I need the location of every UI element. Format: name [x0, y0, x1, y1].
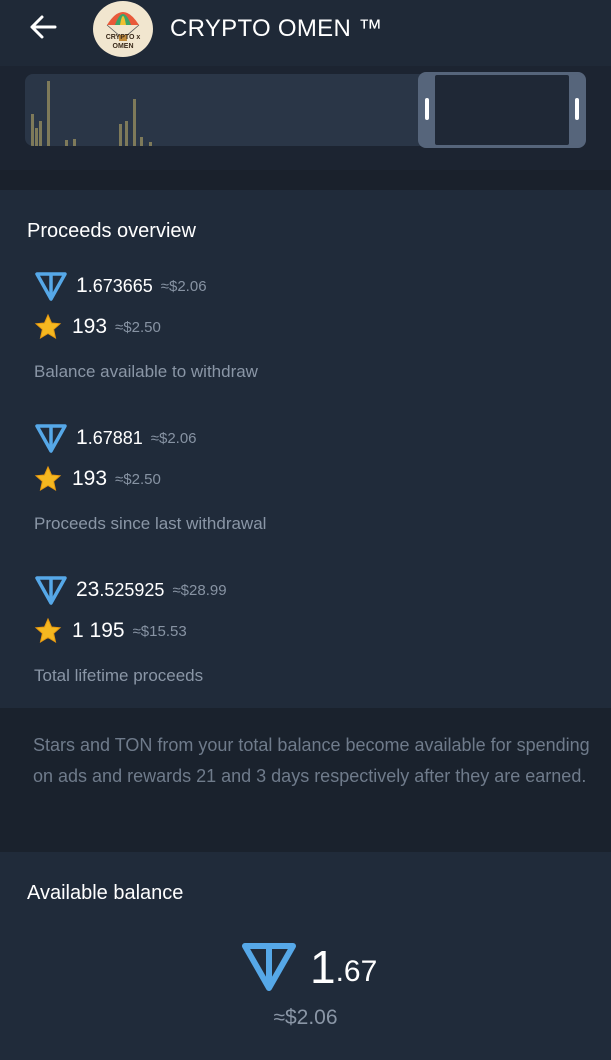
arrow-left-icon: [30, 15, 57, 39]
stars-usd-value: ≈$15.53: [132, 622, 187, 640]
ton-amount-frac: .525925: [99, 579, 165, 600]
available-balance-amount: 1 .67: [240, 940, 377, 994]
info-footer: Stars and TON from your total balance be…: [0, 708, 611, 852]
ton-amount-int: 1: [76, 274, 88, 297]
proceeds-overview-title: Proceeds overview: [27, 220, 196, 242]
stars-amount-row: 193 ≈$2.50: [34, 310, 161, 344]
range-handle-right[interactable]: [575, 98, 579, 120]
ton-icon: [35, 576, 67, 605]
ton-usd-value: ≈$2.06: [150, 429, 197, 447]
availability-info-text: Stars and TON from your total balance be…: [33, 735, 590, 786]
range-handle-left[interactable]: [425, 98, 429, 120]
channel-avatar[interactable]: CRYPTO x OMEN: [93, 1, 153, 57]
ton-amount-frac: .67881: [87, 427, 143, 448]
stars-usd-value: ≈$2.50: [115, 470, 161, 488]
stars-usd-value: ≈$2.50: [115, 318, 161, 336]
mini-chart-bar: [133, 99, 136, 146]
mini-chart-bar: [35, 128, 38, 146]
mini-chart-bar: [73, 139, 76, 146]
balance-int: 1: [310, 941, 336, 993]
chart-range-window: [435, 75, 569, 145]
balance-usd-value: ≈$2.06: [273, 1006, 338, 1029]
mini-chart-bar: [140, 137, 143, 146]
back-button[interactable]: [26, 12, 60, 42]
section-divider: [0, 170, 611, 190]
mini-chart-bar: [125, 121, 128, 146]
mini-chart-bar: [39, 121, 42, 146]
stars-amount-row: 193 ≈$2.50: [34, 462, 161, 496]
ton-amount-int: 1: [76, 426, 88, 449]
ton-usd-value: ≈$28.99: [172, 581, 227, 599]
avatar-logo-line2: OMEN: [112, 43, 134, 50]
star-icon: [34, 313, 62, 340]
ton-icon: [35, 272, 67, 301]
stars-amount: 1 195: [72, 619, 125, 642]
star-icon: [34, 617, 62, 644]
mini-chart-bar: [149, 142, 152, 146]
ton-icon: [35, 424, 67, 453]
channel-title: CRYPTO OMEN ™: [170, 15, 383, 42]
chart-range-selector[interactable]: [418, 72, 586, 148]
star-icon: [34, 465, 62, 492]
mini-chart-bar: [31, 114, 34, 146]
ton-amount-row: 1 .673665 ≈$2.06: [34, 269, 207, 303]
mini-chart-bar: [119, 124, 122, 146]
balance-frac: .67: [335, 955, 378, 988]
available-balance-title: Available balance: [27, 882, 184, 904]
mini-chart-bar: [47, 81, 50, 146]
top-bar: CRYPTO x OMEN CRYPTO OMEN ™: [0, 0, 611, 66]
ton-usd-value: ≈$2.06: [160, 277, 207, 295]
ton-amount-row: 23 .525925 ≈$28.99: [34, 573, 227, 607]
avatar-logo-line1: CRYPTO x: [105, 34, 141, 41]
ton-icon: [242, 943, 296, 991]
ton-amount-int: 23: [76, 578, 100, 601]
total-lifetime-caption: Total lifetime proceeds: [34, 666, 204, 685]
ton-amount-frac: .673665: [87, 275, 153, 296]
stars-amount: 193: [72, 315, 108, 338]
stars-amount: 193: [72, 467, 108, 490]
ton-amount-row: 1 .67881 ≈$2.06: [34, 421, 197, 455]
mini-chart-bar: [65, 140, 68, 146]
proceeds-since-withdrawal-caption: Proceeds since last withdrawal: [34, 514, 267, 533]
stars-amount-row: 1 195 ≈$15.53: [34, 614, 187, 648]
balance-available-caption: Balance available to withdraw: [34, 362, 258, 381]
